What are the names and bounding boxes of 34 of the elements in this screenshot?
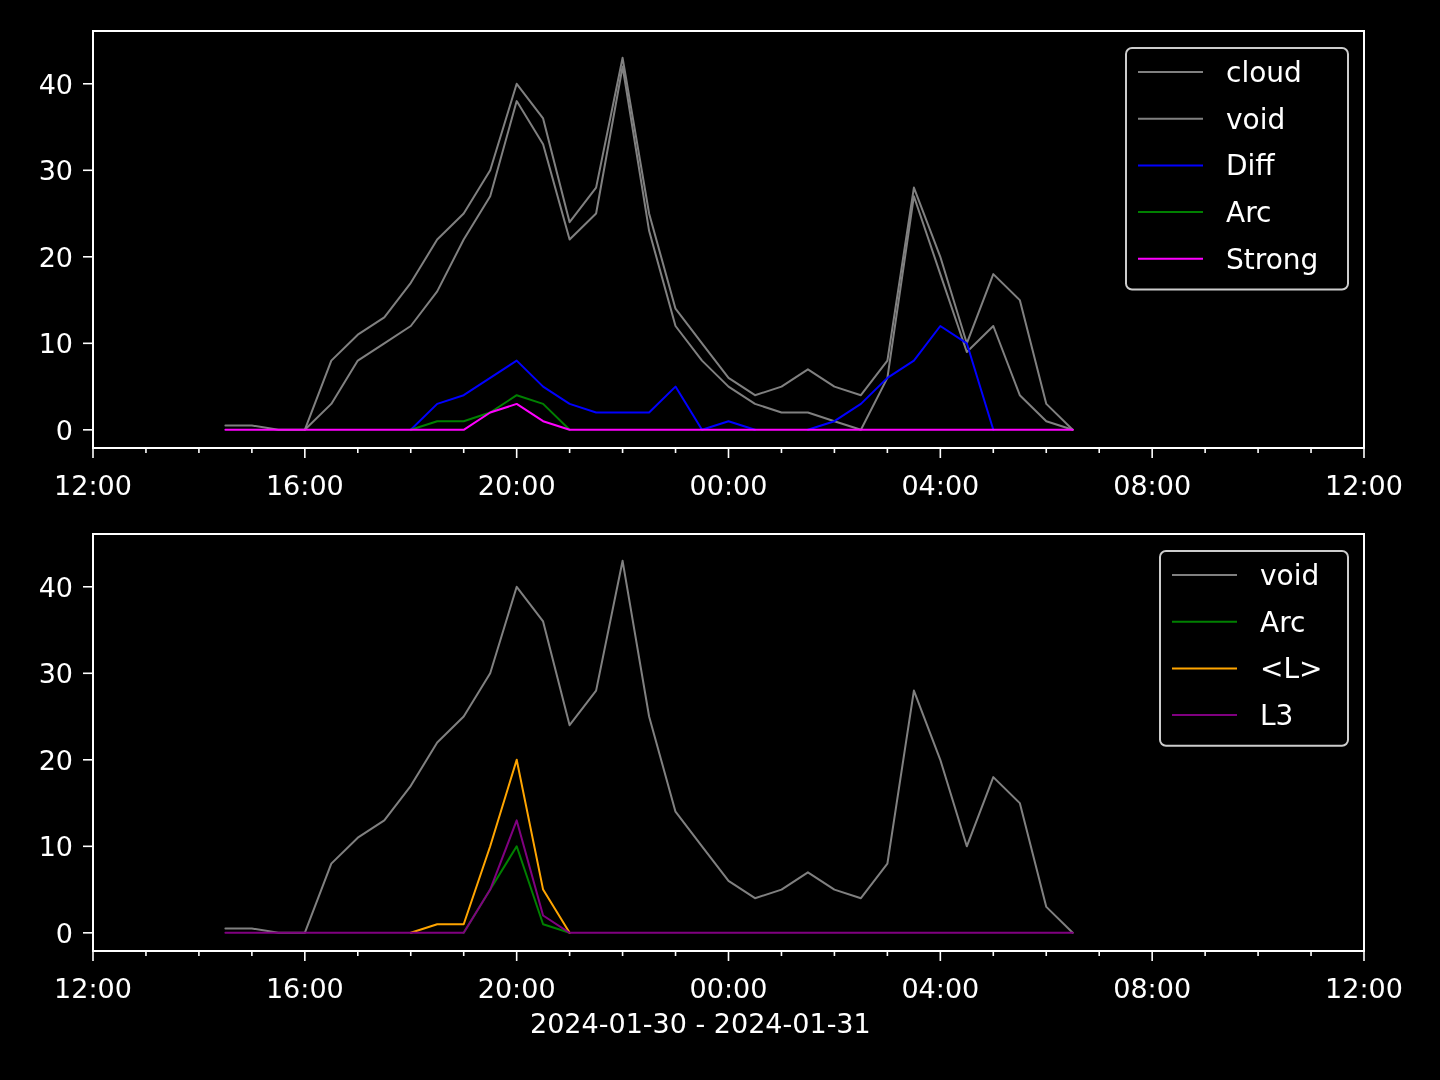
x-tick-label: 16:00 [265,973,344,1004]
y-tick-label: 0 [55,917,73,949]
x-tick-label: 12:00 [1325,973,1403,1004]
x-tick-label: 12:00 [54,973,132,1004]
x-tick-label: 12:00 [54,470,132,501]
x-tick-label: 00:00 [689,973,768,1004]
x-tick-label: 00:00 [689,470,768,501]
x-tick-label: 08:00 [1113,470,1192,501]
legend-label: void [1226,102,1286,136]
legend-label: Diff [1226,149,1275,183]
y-tick-label: 30 [38,155,73,187]
legend-label: <L> [1260,652,1323,686]
y-tick-label: 20 [38,744,73,776]
y-tick-label: 0 [55,414,73,446]
legend-label: Strong [1226,242,1319,276]
x-tick-label: 04:00 [901,973,980,1004]
x-tick-label: 16:00 [265,470,344,501]
x-tick-label: 04:00 [901,470,980,501]
y-tick-label: 40 [38,68,73,100]
legend-label: Arc [1260,605,1306,639]
x-tick-label: 20:00 [477,973,556,1004]
legend-label: Arc [1226,196,1272,230]
x-axis-label: 2024-01-30 - 2024-01-31 [530,1008,871,1039]
y-tick-label: 20 [38,241,73,273]
y-tick-label: 40 [38,571,73,603]
x-tick-label: 12:00 [1325,470,1403,501]
y-tick-label: 10 [38,831,73,863]
legend-label: void [1260,559,1320,592]
y-tick-label: 30 [38,658,73,690]
legend-label: L3 [1260,699,1294,733]
legend-label: cloud [1226,56,1302,89]
y-tick-label: 10 [38,328,73,360]
x-tick-label: 08:00 [1113,973,1192,1004]
x-tick-label: 20:00 [477,470,556,501]
